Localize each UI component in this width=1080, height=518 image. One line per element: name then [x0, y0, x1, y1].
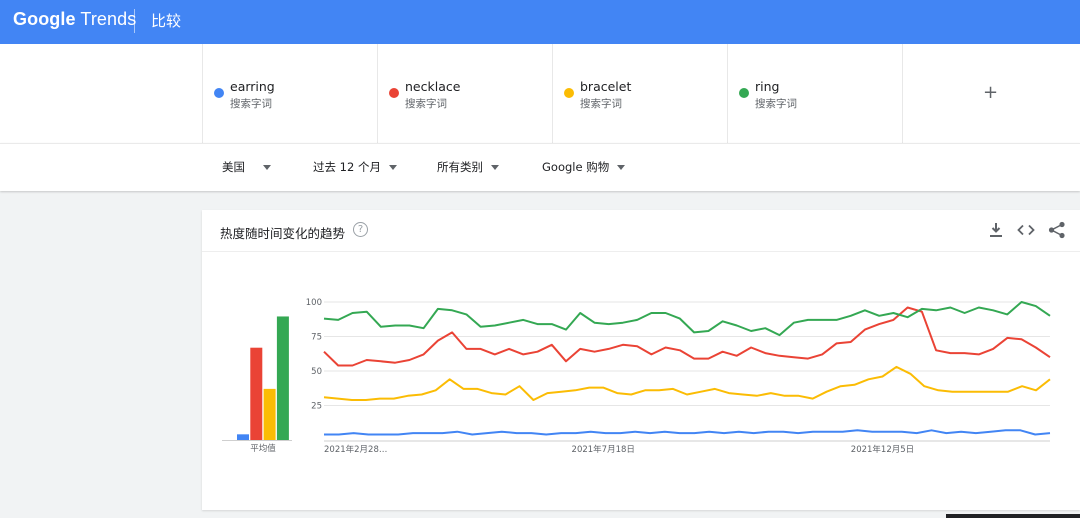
average-bar-necklace [250, 347, 263, 440]
average-bar-bracelet [263, 388, 276, 440]
chart-grid: 100 75 50 25 [306, 298, 1050, 442]
add-icon: + [983, 82, 999, 103]
term-type: 搜索字词 [580, 98, 622, 110]
series-line-bracelet [323, 365, 1051, 401]
interest-over-time-card: 热度随时间变化的趋势 ? 平均值 100 75 50 25 2021年2月28… 202… [202, 210, 1080, 510]
search-type-value: Google 购物 [542, 160, 610, 174]
add-comparison-button[interactable]: + [903, 44, 1080, 143]
category-dropdown[interactable]: 所有类别 [437, 159, 499, 175]
term-card-earring[interactable]: earring 搜索字词 [202, 44, 378, 143]
term-card-ring[interactable]: ring 搜索字词 [728, 44, 903, 143]
term-color-dot [739, 88, 749, 98]
dropdown-arrow-icon [491, 165, 499, 170]
help-icon[interactable]: ? [353, 222, 368, 237]
term-name: necklace [405, 79, 461, 94]
top-app-bar: Google Trends 比较 [0, 0, 1080, 44]
download-icon[interactable] [986, 220, 1006, 240]
term-type: 搜索字词 [230, 98, 272, 110]
term-name: bracelet [580, 79, 632, 94]
term-card-bracelet[interactable]: bracelet 搜索字词 [553, 44, 728, 143]
logo-google-text: Google [13, 9, 76, 29]
x-tick-label: 2021年12月5日 [851, 444, 914, 455]
x-axis-labels: 2021年2月28… 2021年7月18日 2021年12月5日 [324, 444, 914, 455]
y-tick-label: 25 [311, 402, 322, 412]
google-trends-logo[interactable]: Google Trends [13, 9, 136, 30]
dropdown-arrow-icon [617, 165, 626, 170]
region-value: 美国 [222, 160, 245, 174]
trend-chart: 平均值 100 75 50 25 2021年2月28… 2021年7月18日 2021年1… [222, 298, 1051, 455]
term-color-dot [214, 88, 224, 98]
average-label: 平均值 [250, 443, 276, 454]
logo-trends-text: Trends [80, 9, 137, 29]
time-range-dropdown[interactable]: 过去 12 个月 [313, 159, 397, 175]
dropdown-arrow-icon [263, 165, 271, 170]
series-line-earring [324, 429, 1051, 436]
time-range-value: 过去 12 个月 [313, 160, 381, 174]
comparison-terms-bar: earring 搜索字词 necklace 搜索字词 bracelet 搜索字词… [0, 44, 1080, 143]
category-value: 所有类别 [437, 160, 483, 174]
bottom-edge-bar [946, 514, 1080, 518]
term-type: 搜索字词 [405, 98, 447, 110]
embed-icon[interactable] [1016, 220, 1036, 240]
topbar-divider [134, 9, 135, 33]
y-tick-label: 100 [306, 298, 322, 308]
average-bars: 平均值 [222, 316, 292, 454]
term-color-dot [564, 88, 574, 98]
dropdown-arrow-icon [388, 165, 397, 170]
page-title: 比较 [151, 12, 182, 30]
y-tick-label: 50 [311, 367, 322, 377]
chart-series-lines [323, 301, 1051, 436]
x-tick-label: 2021年7月18日 [572, 444, 635, 455]
term-name: earring [230, 79, 275, 94]
search-type-dropdown[interactable]: Google 购物 [542, 159, 626, 175]
term-type: 搜索字词 [755, 98, 797, 110]
card-header: 热度随时间变化的趋势 ? [202, 210, 1080, 252]
average-bar-earring [237, 434, 249, 440]
filter-bar: 美国 过去 12 个月 所有类别 Google 购物 [0, 143, 1080, 191]
card-title: 热度随时间变化的趋势 [220, 226, 346, 241]
term-card-necklace[interactable]: necklace 搜索字词 [378, 44, 553, 143]
region-dropdown[interactable]: 美国 [222, 159, 271, 175]
term-name: ring [755, 79, 780, 94]
share-icon[interactable] [1047, 220, 1067, 240]
series-line-ring [323, 301, 1051, 337]
term-color-dot [389, 88, 399, 98]
y-tick-label: 75 [311, 333, 322, 343]
average-bar-ring [276, 316, 289, 440]
x-tick-label: 2021年2月28… [324, 444, 387, 455]
